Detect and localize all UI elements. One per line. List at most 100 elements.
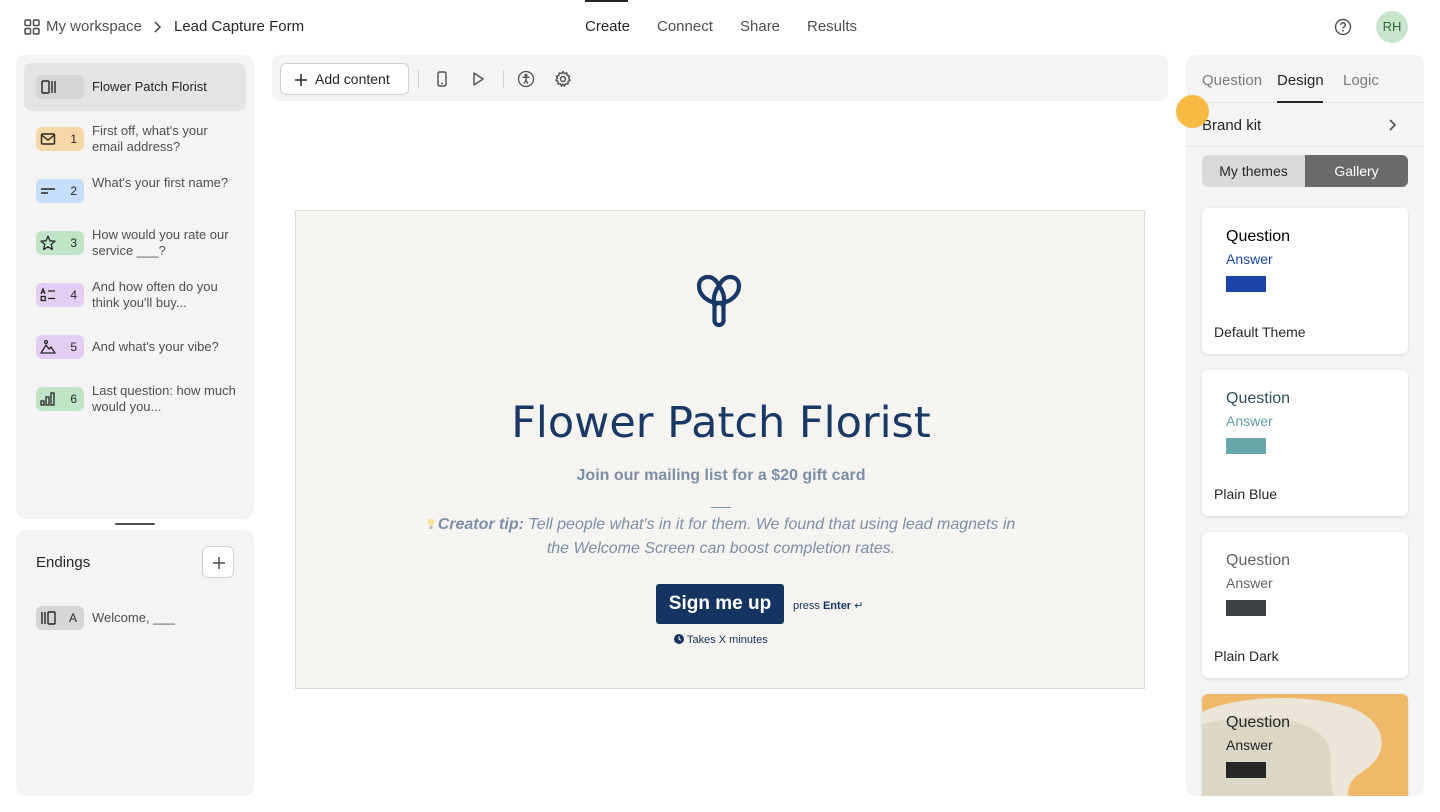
question-text: And what's your vibe?	[92, 339, 219, 354]
workspace-breadcrumb-link[interactable]: My workspace	[46, 18, 142, 36]
question-badge: 6	[36, 387, 84, 411]
question-badge	[36, 75, 84, 99]
toolbar-divider	[503, 70, 504, 88]
user-avatar[interactable]: RH	[1376, 11, 1408, 43]
theme-answer-sample: Answer	[1226, 251, 1273, 267]
panel-resize-handle[interactable]	[115, 523, 155, 525]
question-item-2[interactable]: 2 What's your first name?	[24, 167, 246, 215]
opinion-scale-icon	[40, 391, 56, 407]
theme-name: Default Theme	[1214, 324, 1306, 340]
question-badge: 2	[36, 179, 84, 203]
play-preview-icon[interactable]	[469, 70, 487, 88]
question-item-1[interactable]: 1 First off, what's your email address?	[24, 115, 246, 163]
question-text: What's your first name?	[92, 175, 229, 190]
theme-question-sample: Question	[1226, 228, 1291, 245]
theme-card-patterned[interactable]: Question Answer	[1202, 694, 1408, 796]
question-item-6[interactable]: 6 Last question: how much would you...	[24, 375, 246, 423]
welcome-screen-preview[interactable]: Flower Patch Florist Join our mailing li…	[295, 210, 1145, 689]
question-badge: 5	[36, 335, 84, 359]
time-estimate-label: Takes X minutes	[687, 634, 768, 646]
question-text: And how often do you think you'll buy...	[92, 279, 218, 310]
question-text: Last question: how much would you...	[92, 383, 236, 414]
theme-name: Plain Blue	[1214, 486, 1278, 502]
ending-screen-icon	[40, 610, 56, 626]
email-icon	[40, 131, 56, 147]
question-item-3[interactable]: 3 How would you rate our service ___?	[24, 219, 246, 267]
creator-tip-text: Tell people what's in it for them. We fo…	[528, 516, 1016, 557]
theme-answer-sample: Answer	[1226, 413, 1273, 429]
tab-share[interactable]: Share	[740, 18, 780, 36]
ending-letter: A	[68, 611, 77, 625]
press-label: press	[793, 600, 820, 612]
welcome-screen-item[interactable]: Flower Patch Florist	[24, 63, 246, 111]
question-badge: 1	[36, 127, 84, 151]
theme-button-swatch	[1226, 276, 1266, 292]
theme-card-plain-dark[interactable]: Question Answer Plain Dark	[1202, 532, 1408, 678]
help-icon[interactable]	[1334, 18, 1352, 36]
ending-item-a[interactable]: A Welcome, ___	[24, 594, 246, 642]
question-text: How would you rate our service ___?	[92, 227, 229, 258]
tab-design[interactable]: Design	[1277, 72, 1324, 90]
editor-toolbar: Add content	[272, 55, 1168, 101]
brand-kit-link[interactable]: Brand kit	[1202, 117, 1261, 134]
question-number: 6	[70, 392, 77, 406]
tab-connect[interactable]: Connect	[657, 18, 713, 36]
welcome-title: Flower Patch Florist	[511, 398, 931, 448]
tab-question[interactable]: Question	[1202, 72, 1262, 90]
question-number: 5	[70, 340, 77, 354]
question-number: 2	[70, 184, 77, 198]
sign-me-up-button[interactable]: Sign me up	[656, 584, 784, 624]
segment-gallery[interactable]: Gallery	[1305, 155, 1408, 187]
tab-results[interactable]: Results	[807, 18, 857, 36]
active-tab-indicator	[1277, 101, 1323, 103]
question-item-5[interactable]: 5 And what's your vibe?	[24, 323, 246, 371]
ending-text: Welcome, ___	[92, 610, 175, 625]
star-icon	[40, 235, 56, 251]
theme-name: Plain Dark	[1214, 648, 1279, 664]
settings-gear-icon[interactable]	[554, 70, 572, 88]
cursor-highlight	[1176, 95, 1209, 128]
press-enter-hint: press Enter ↵	[793, 599, 863, 612]
picture-choice-icon	[40, 339, 56, 355]
question-text: First off, what's your email address?	[92, 123, 208, 154]
theme-source-toggle: My themes Gallery	[1202, 155, 1408, 187]
accessibility-icon[interactable]	[517, 70, 535, 88]
plus-icon	[295, 74, 307, 86]
toolbar-divider	[418, 70, 419, 88]
workspace-grid-icon[interactable]	[24, 19, 40, 35]
theme-button-swatch	[1226, 600, 1266, 616]
welcome-screen-label: Flower Patch Florist	[92, 79, 207, 94]
ending-badge: A	[36, 606, 84, 630]
question-number: 3	[70, 236, 77, 250]
theme-card-default[interactable]: Question Answer Default Theme	[1202, 208, 1408, 354]
segment-my-themes[interactable]: My themes	[1202, 155, 1305, 187]
add-ending-button[interactable]	[202, 546, 234, 578]
theme-question-sample: Question	[1226, 390, 1291, 407]
question-badge: 4	[36, 283, 84, 307]
plus-icon	[213, 557, 225, 569]
theme-answer-sample: Answer	[1226, 575, 1273, 591]
time-estimate: Takes X minutes	[674, 634, 768, 646]
theme-answer-sample: Answer	[1226, 737, 1273, 753]
add-content-button[interactable]: Add content	[280, 63, 409, 95]
tab-create[interactable]: Create	[585, 18, 630, 36]
question-badge: 3	[36, 231, 84, 255]
top-bar: My workspace Lead Capture Form Create Co…	[0, 0, 1440, 54]
endings-panel: Endings A Welcome, ___	[16, 530, 254, 796]
breadcrumb-chevron-icon	[151, 20, 163, 34]
lightbulb-icon	[427, 518, 435, 530]
chevron-right-icon[interactable]	[1386, 118, 1398, 132]
enter-label: Enter	[822, 600, 852, 612]
creator-tip: Creator tip: Tell people what's in it fo…	[421, 513, 1021, 561]
theme-question-sample: Question	[1226, 552, 1291, 569]
question-item-4[interactable]: 4 And how often do you think you'll buy.…	[24, 271, 246, 319]
mobile-preview-icon[interactable]	[433, 70, 451, 88]
form-name-breadcrumb[interactable]: Lead Capture Form	[174, 18, 304, 36]
theme-card-plain-blue[interactable]: Question Answer Plain Blue	[1202, 370, 1408, 516]
florist-logo-icon	[694, 273, 744, 329]
creator-tip-label: Creator tip:	[437, 516, 524, 533]
tab-logic[interactable]: Logic	[1343, 72, 1379, 90]
question-number: 1	[70, 132, 77, 146]
enter-return-icon: ↵	[854, 600, 864, 612]
theme-button-swatch	[1226, 438, 1266, 454]
